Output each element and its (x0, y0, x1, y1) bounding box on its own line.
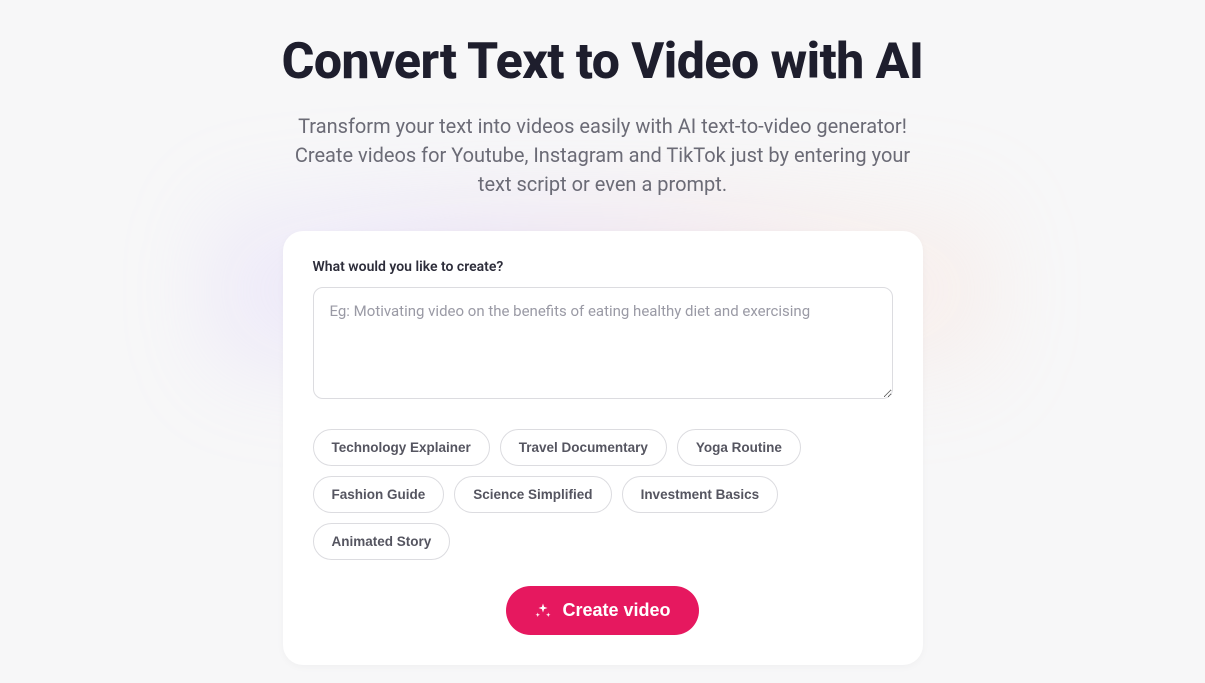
create-button-wrapper: Create video (313, 586, 893, 635)
chip-investment-basics[interactable]: Investment Basics (622, 476, 779, 513)
chip-fashion-guide[interactable]: Fashion Guide (313, 476, 445, 513)
create-button-label: Create video (562, 600, 670, 621)
chip-travel-documentary[interactable]: Travel Documentary (500, 429, 667, 466)
create-video-button[interactable]: Create video (506, 586, 698, 635)
suggestion-chips: Technology Explainer Travel Documentary … (313, 429, 893, 560)
prompt-label: What would you like to create? (313, 259, 893, 275)
chip-yoga-routine[interactable]: Yoga Routine (677, 429, 801, 466)
chip-science-simplified[interactable]: Science Simplified (454, 476, 611, 513)
prompt-card: What would you like to create? Technolog… (283, 231, 923, 665)
chip-animated-story[interactable]: Animated Story (313, 523, 451, 560)
chip-technology-explainer[interactable]: Technology Explainer (313, 429, 490, 466)
main-container: Convert Text to Video with AI Transform … (0, 0, 1205, 665)
page-subtitle: Transform your text into videos easily w… (283, 112, 923, 199)
sparkle-icon (534, 602, 552, 620)
prompt-input[interactable] (313, 287, 893, 399)
page-title: Convert Text to Video with AI (282, 32, 924, 92)
